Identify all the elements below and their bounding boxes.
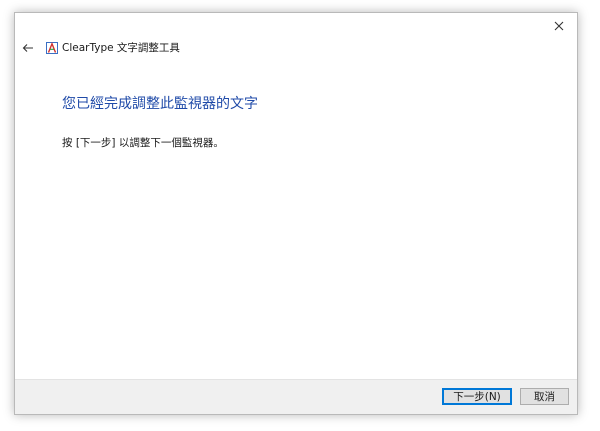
close-button[interactable] [545,15,573,37]
app-title: ClearType 文字調整工具 [62,42,180,54]
instruction-text: 按 [下一步] 以調整下一個監視器。 [62,137,224,149]
cancel-button[interactable]: 取消 [520,388,569,405]
page-heading: 您已經完成調整此監視器的文字 [62,96,258,112]
next-button[interactable]: 下一步(N) [442,388,512,405]
arrow-left-icon [22,44,33,52]
close-icon [554,21,564,31]
back-button[interactable] [19,39,37,57]
footer-bar: 下一步(N) 取消 [15,379,577,414]
cleartype-dialog-window: ClearType 文字調整工具 您已經完成調整此監視器的文字 按 [下一步] … [14,12,578,415]
cleartype-icon [46,42,58,54]
